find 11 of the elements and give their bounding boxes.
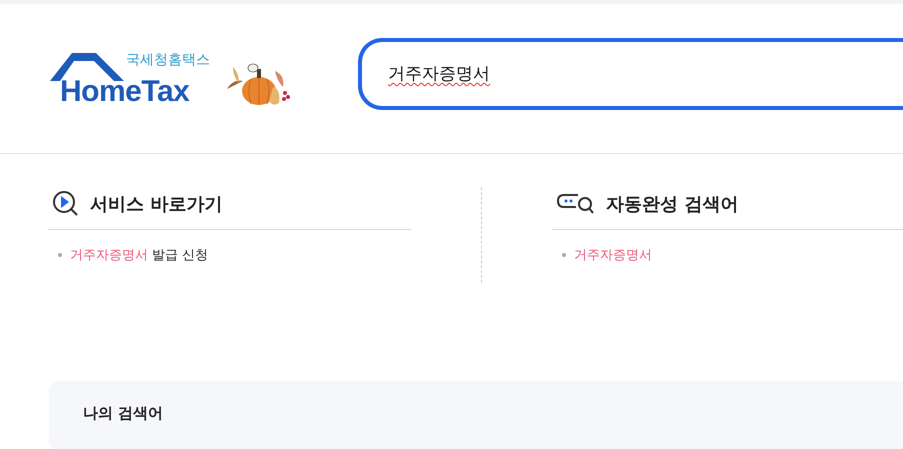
section-title: 서비스 바로가기 bbox=[90, 193, 222, 216]
bullet-icon bbox=[58, 253, 62, 257]
logo-wordmark: HomeTax bbox=[60, 74, 190, 108]
panel-title: 나의 검색어 bbox=[83, 404, 164, 422]
result-link[interactable]: 거주자증명서 발급 신청 bbox=[70, 246, 208, 264]
search-play-icon bbox=[52, 190, 80, 218]
section-title: 자동완성 검색어 bbox=[606, 193, 738, 216]
bullet-icon bbox=[562, 253, 566, 257]
chat-search-icon bbox=[556, 192, 596, 216]
search-field[interactable]: 거주자증명서 bbox=[358, 38, 903, 110]
logo-caption: 국세청홈택스 bbox=[126, 50, 210, 68]
